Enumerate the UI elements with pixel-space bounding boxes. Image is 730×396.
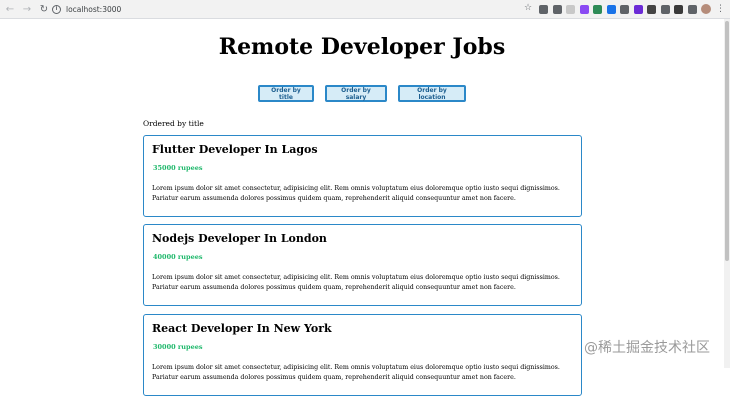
extension-tray: ⋮ <box>539 4 725 14</box>
order-by-salary-button[interactable]: Order by salary <box>325 85 387 102</box>
browser-toolbar: ← → ↻ i localhost:3000 ☆ ⋮ <box>0 0 730 19</box>
extension-icon[interactable] <box>606 4 616 14</box>
job-card: Nodejs Developer In London 40000 rupees … <box>143 224 582 306</box>
extension-icon[interactable] <box>579 4 589 14</box>
extension-icon[interactable] <box>674 4 683 14</box>
extension-icon[interactable] <box>620 4 629 14</box>
ordered-by-label: Ordered by title <box>143 119 204 128</box>
extension-icon[interactable] <box>593 4 602 14</box>
menu-icon[interactable]: ⋮ <box>716 4 725 14</box>
page-title: Remote Developer Jobs <box>218 34 506 60</box>
reload-icon[interactable]: ↻ <box>37 2 51 16</box>
info-icon[interactable]: i <box>52 5 61 14</box>
address-bar[interactable]: i localhost:3000 <box>52 3 582 16</box>
job-salary: 40000 rupees <box>153 253 203 261</box>
scroll-thumb[interactable] <box>725 21 729 261</box>
extension-icon[interactable] <box>660 4 670 14</box>
back-icon[interactable]: ← <box>3 2 17 16</box>
extension-icon[interactable] <box>539 4 548 14</box>
extension-icon[interactable] <box>633 4 643 14</box>
job-title: React Developer In New York <box>152 322 332 335</box>
order-by-location-button[interactable]: Order by location <box>398 85 466 102</box>
order-buttons: Order by title Order by salary Order by … <box>258 85 477 102</box>
scrollbar[interactable] <box>724 19 730 368</box>
job-card: Flutter Developer In Lagos 35000 rupees … <box>143 135 582 217</box>
url-text[interactable]: localhost:3000 <box>66 5 121 14</box>
extension-icon[interactable] <box>687 4 697 14</box>
extension-icon[interactable] <box>647 4 656 14</box>
watermark-text: @稀土掘金技术社区 <box>584 340 710 356</box>
job-description: Lorem ipsum dolor sit amet consectetur, … <box>152 364 560 381</box>
star-icon[interactable]: ☆ <box>524 3 532 13</box>
job-salary: 35000 rupees <box>153 164 203 172</box>
extension-icon[interactable] <box>566 4 575 14</box>
job-card: React Developer In New York 30000 rupees… <box>143 314 582 396</box>
job-description: Lorem ipsum dolor sit amet consectetur, … <box>152 274 560 291</box>
order-by-title-button[interactable]: Order by title <box>258 85 314 102</box>
job-salary: 30000 rupees <box>153 343 203 351</box>
profile-avatar[interactable] <box>701 4 711 14</box>
job-title: Flutter Developer In Lagos <box>152 143 318 156</box>
extension-icon[interactable] <box>552 4 562 14</box>
job-title: Nodejs Developer In London <box>152 232 327 245</box>
watermark: @稀土掘金技术社区 <box>584 337 710 357</box>
job-description: Lorem ipsum dolor sit amet consectetur, … <box>152 185 560 202</box>
forward-icon[interactable]: → <box>20 2 34 16</box>
